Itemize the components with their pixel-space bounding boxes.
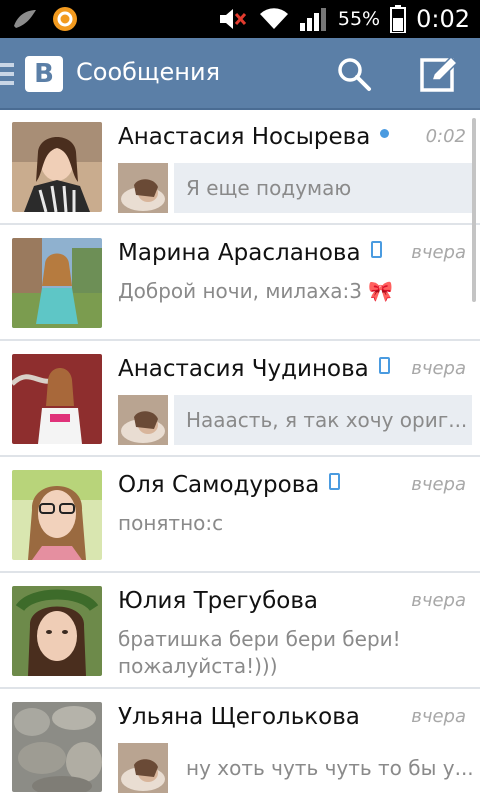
avatar[interactable] bbox=[12, 586, 102, 676]
own-avatar bbox=[118, 163, 168, 213]
conversation-row[interactable]: Ульяна Щеголькова вчера ну хоть чуть чут… bbox=[0, 690, 480, 800]
avatar[interactable] bbox=[12, 354, 102, 444]
status-bar: 55% 0:02 bbox=[0, 0, 480, 38]
conversation-row[interactable]: Оля Самодурова вчера понятно:с bbox=[0, 458, 480, 573]
conversation-row[interactable]: Марина Арасланова вчера Доброй ночи, мил… bbox=[0, 226, 480, 341]
contact-name: Ульяна Щеголькова bbox=[118, 704, 360, 730]
own-avatar bbox=[118, 743, 168, 793]
battery-icon bbox=[390, 5, 407, 33]
signal-icon bbox=[299, 8, 326, 31]
outgoing-message: Я еще подумаю bbox=[118, 163, 472, 213]
wifi-icon bbox=[259, 8, 288, 30]
message-preview: Я еще подумаю bbox=[174, 163, 472, 213]
message-time: вчера bbox=[411, 474, 466, 495]
contact-name: Анастасия Носырева bbox=[118, 124, 390, 150]
mobile-status-icon bbox=[370, 241, 382, 258]
own-avatar bbox=[118, 395, 168, 445]
contact-name: Марина Арасланова bbox=[118, 240, 382, 266]
scrollbar[interactable] bbox=[472, 118, 476, 302]
battery-percent: 55% bbox=[337, 8, 381, 30]
conversation-row[interactable]: Анастасия Носырева 0:02 Я еще подумаю bbox=[0, 110, 480, 225]
app-header: B Сообщения bbox=[0, 38, 480, 110]
bird-icon bbox=[14, 10, 36, 28]
contact-name: Юлия Трегубова bbox=[118, 588, 319, 614]
outgoing-message: ну хоть чуть чуть то бы у... bbox=[118, 743, 472, 793]
mobile-status-icon bbox=[329, 473, 341, 490]
message-preview: Доброй ночи, милаха:3 🎀 bbox=[118, 279, 394, 303]
message-preview: братишка бери бери бери! пожалуйста!))) bbox=[118, 627, 401, 678]
conversation-list[interactable]: Анастасия Носырева 0:02 Я еще подумаю Ма… bbox=[0, 110, 480, 800]
message-time: вчера bbox=[411, 358, 466, 379]
circle-app-icon bbox=[53, 7, 77, 31]
message-time: вчера bbox=[411, 706, 466, 727]
mute-icon bbox=[219, 9, 246, 29]
menu-icon[interactable] bbox=[0, 63, 14, 85]
vk-logo[interactable]: B bbox=[25, 56, 63, 92]
online-indicator bbox=[380, 129, 390, 138]
conversation-row[interactable]: Юлия Трегубова вчера братишка бери бери … bbox=[0, 574, 480, 689]
conversation-row[interactable]: Анастасия Чудинова вчера Нааасть, я так … bbox=[0, 342, 480, 457]
avatar[interactable] bbox=[12, 122, 102, 212]
message-preview: ну хоть чуть чуть то бы у... bbox=[174, 743, 472, 793]
avatar[interactable] bbox=[12, 238, 102, 328]
search-icon[interactable] bbox=[336, 56, 372, 92]
contact-name: Оля Самодурова bbox=[118, 472, 341, 498]
message-preview: Нааасть, я так хочу ориг... bbox=[174, 395, 472, 445]
page-title: Сообщения bbox=[76, 58, 221, 86]
compose-icon[interactable] bbox=[420, 56, 458, 92]
contact-name: Анастасия Чудинова bbox=[118, 356, 390, 382]
outgoing-message: Нааасть, я так хочу ориг... bbox=[118, 395, 472, 445]
message-preview: понятно:с bbox=[118, 511, 224, 535]
avatar[interactable] bbox=[12, 702, 102, 792]
message-time: 0:02 bbox=[425, 126, 466, 147]
mobile-status-icon bbox=[378, 357, 390, 374]
avatar[interactable] bbox=[12, 470, 102, 560]
message-time: вчера bbox=[411, 590, 466, 611]
clock: 0:02 bbox=[416, 5, 470, 33]
message-time: вчера bbox=[411, 242, 466, 263]
